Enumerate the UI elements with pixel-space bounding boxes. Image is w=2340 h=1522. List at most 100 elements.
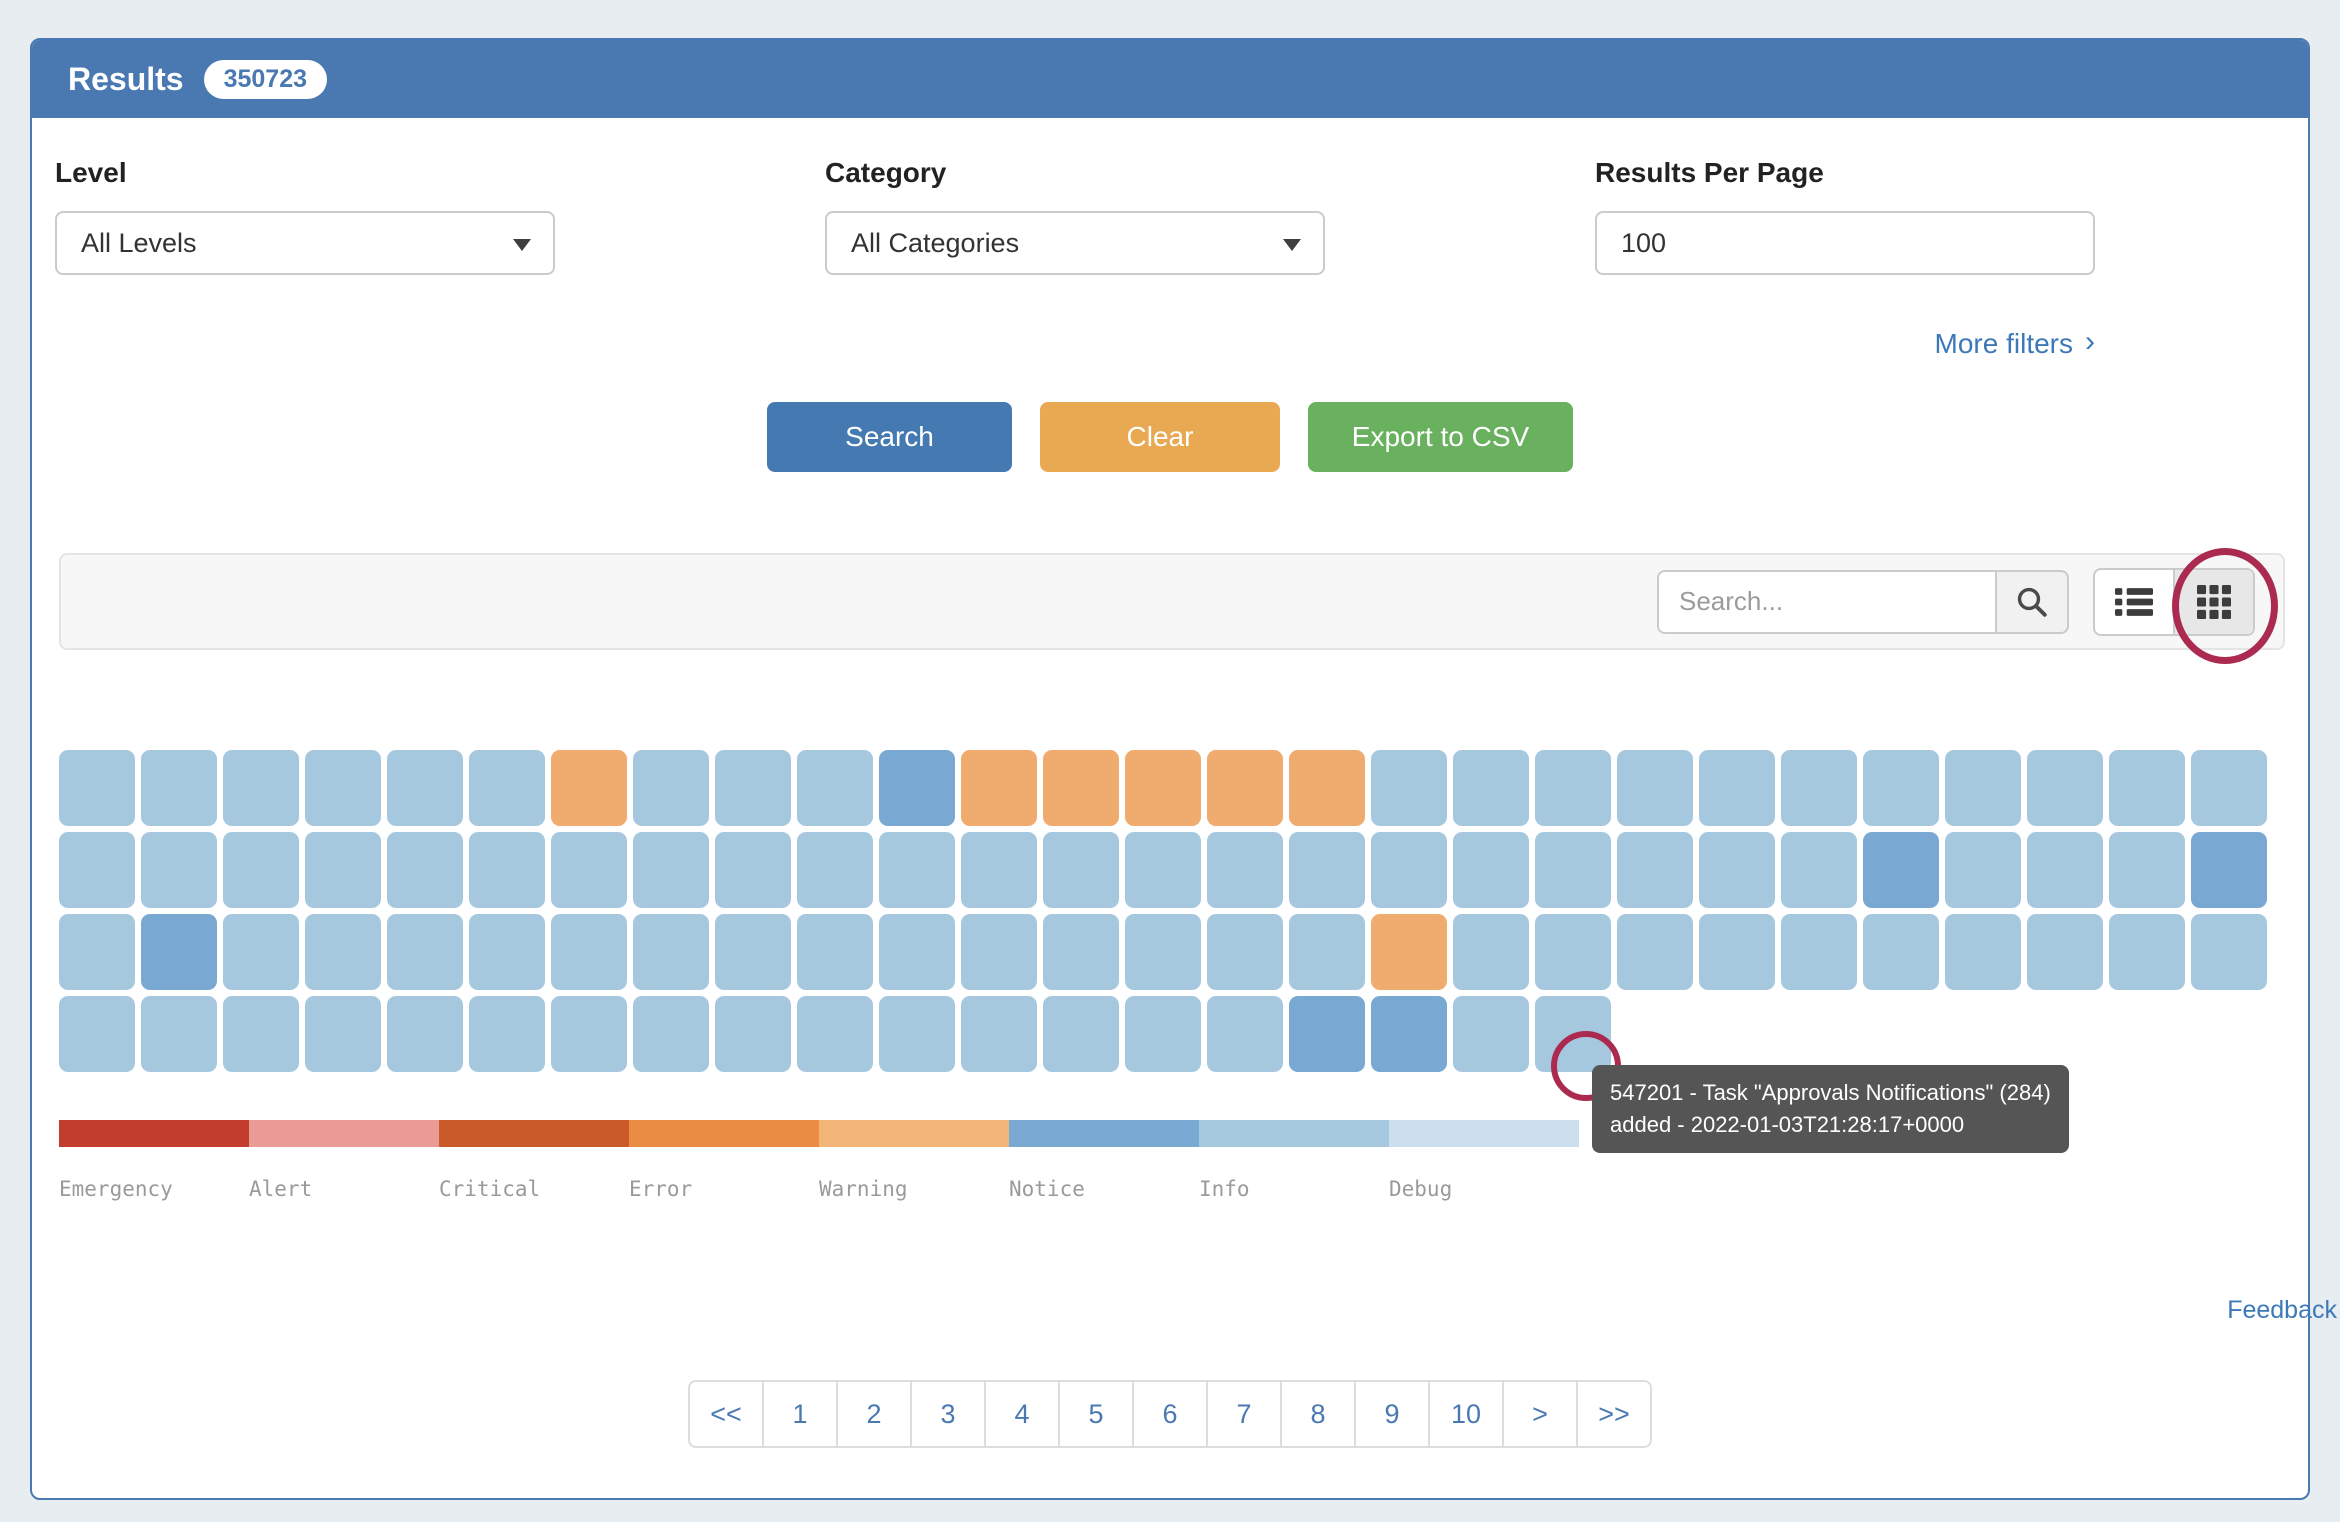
grid-tile-info[interactable] [1453, 750, 1529, 826]
grid-tile-info[interactable] [223, 996, 299, 1072]
page-button-5[interactable]: 5 [1058, 1382, 1132, 1446]
search-input[interactable] [1657, 570, 1995, 634]
grid-tile-info[interactable] [1453, 996, 1529, 1072]
grid-tile-info[interactable] [1289, 832, 1365, 908]
more-filters-link[interactable]: More filters › [1595, 328, 2095, 360]
page-button-7[interactable]: 7 [1206, 1382, 1280, 1446]
grid-tile-info[interactable] [1617, 914, 1693, 990]
page-button-8[interactable]: 8 [1280, 1382, 1354, 1446]
grid-tile-info[interactable] [469, 996, 545, 1072]
page-button-3[interactable]: 3 [910, 1382, 984, 1446]
clear-button[interactable]: Clear [1040, 402, 1280, 472]
grid-tile-notice[interactable] [141, 914, 217, 990]
grid-tile-info[interactable] [633, 996, 709, 1072]
grid-tile-info[interactable] [797, 832, 873, 908]
grid-tile-info[interactable] [2109, 750, 2185, 826]
grid-tile-info[interactable] [1043, 914, 1119, 990]
grid-tile-info[interactable] [797, 914, 873, 990]
feedback-link[interactable]: Feedback [2227, 1296, 2337, 1325]
grid-tile-info[interactable] [469, 832, 545, 908]
grid-tile-info[interactable] [1125, 914, 1201, 990]
page-button-9[interactable]: 9 [1354, 1382, 1428, 1446]
grid-tile-warning[interactable] [1043, 750, 1119, 826]
grid-tile-info[interactable] [2109, 914, 2185, 990]
grid-tile-warning[interactable] [1207, 750, 1283, 826]
page-button->>[interactable]: >> [1576, 1382, 1650, 1446]
page-button-10[interactable]: 10 [1428, 1382, 1502, 1446]
grid-tile-info[interactable] [1699, 832, 1775, 908]
grid-tile-info[interactable] [1617, 832, 1693, 908]
grid-tile-info[interactable] [1945, 750, 2021, 826]
grid-tile-info[interactable] [305, 832, 381, 908]
grid-tile-info[interactable] [1863, 914, 1939, 990]
grid-tile-info[interactable] [469, 914, 545, 990]
level-select[interactable]: All Levels [55, 211, 555, 275]
grid-tile-info[interactable] [305, 750, 381, 826]
grid-tile-info[interactable] [305, 996, 381, 1072]
grid-tile-info[interactable] [59, 832, 135, 908]
grid-tile-info[interactable] [2027, 750, 2103, 826]
grid-tile-info[interactable] [141, 750, 217, 826]
grid-tile-info[interactable] [1289, 914, 1365, 990]
grid-tile-info[interactable] [1125, 996, 1201, 1072]
grid-tile-info[interactable] [1371, 832, 1447, 908]
grid-tile-info[interactable] [633, 914, 709, 990]
grid-tile-info[interactable] [2191, 914, 2267, 990]
grid-tile-notice[interactable] [1371, 996, 1447, 1072]
grid-tile-info[interactable] [715, 996, 791, 1072]
grid-tile-info[interactable] [1535, 996, 1611, 1072]
grid-tile-warning[interactable] [1125, 750, 1201, 826]
grid-tile-info[interactable] [715, 750, 791, 826]
grid-tile-notice[interactable] [2191, 832, 2267, 908]
grid-tile-info[interactable] [2027, 832, 2103, 908]
grid-tile-info[interactable] [633, 832, 709, 908]
grid-tile-info[interactable] [715, 832, 791, 908]
grid-tile-warning[interactable] [961, 750, 1037, 826]
grid-tile-info[interactable] [1207, 832, 1283, 908]
grid-tile-info[interactable] [1371, 750, 1447, 826]
results-per-page-input[interactable] [1595, 211, 2095, 275]
grid-tile-info[interactable] [1945, 832, 2021, 908]
grid-tile-info[interactable] [1535, 750, 1611, 826]
grid-tile-info[interactable] [59, 750, 135, 826]
grid-tile-warning[interactable] [551, 750, 627, 826]
page-button-6[interactable]: 6 [1132, 1382, 1206, 1446]
grid-tile-info[interactable] [879, 996, 955, 1072]
grid-tile-info[interactable] [59, 914, 135, 990]
grid-tile-info[interactable] [961, 914, 1037, 990]
grid-tile-info[interactable] [387, 914, 463, 990]
grid-tile-info[interactable] [141, 832, 217, 908]
grid-tile-info[interactable] [1781, 914, 1857, 990]
grid-tile-notice[interactable] [1863, 832, 1939, 908]
grid-tile-info[interactable] [1043, 832, 1119, 908]
grid-tile-info[interactable] [223, 750, 299, 826]
grid-tile-info[interactable] [1125, 832, 1201, 908]
grid-tile-info[interactable] [59, 996, 135, 1072]
page-button-1[interactable]: 1 [762, 1382, 836, 1446]
grid-tile-warning[interactable] [1289, 750, 1365, 826]
page-button-2[interactable]: 2 [836, 1382, 910, 1446]
grid-tile-info[interactable] [1453, 832, 1529, 908]
page-button-4[interactable]: 4 [984, 1382, 1058, 1446]
grid-tile-info[interactable] [1617, 750, 1693, 826]
grid-tile-info[interactable] [223, 914, 299, 990]
grid-tile-info[interactable] [387, 750, 463, 826]
search-button[interactable]: Search [767, 402, 1012, 472]
grid-tile-info[interactable] [1781, 750, 1857, 826]
grid-tile-info[interactable] [1453, 914, 1529, 990]
grid-tile-info[interactable] [961, 832, 1037, 908]
grid-tile-info[interactable] [879, 914, 955, 990]
grid-tile-info[interactable] [387, 832, 463, 908]
grid-tile-info[interactable] [633, 750, 709, 826]
grid-tile-info[interactable] [551, 832, 627, 908]
grid-tile-info[interactable] [2027, 914, 2103, 990]
grid-view-button[interactable] [2173, 570, 2253, 634]
grid-tile-info[interactable] [469, 750, 545, 826]
grid-tile-info[interactable] [1043, 996, 1119, 1072]
grid-tile-info[interactable] [961, 996, 1037, 1072]
grid-tile-warning[interactable] [1371, 914, 1447, 990]
grid-tile-info[interactable] [1535, 914, 1611, 990]
grid-tile-info[interactable] [797, 996, 873, 1072]
grid-tile-info[interactable] [1699, 914, 1775, 990]
grid-tile-notice[interactable] [1289, 996, 1365, 1072]
